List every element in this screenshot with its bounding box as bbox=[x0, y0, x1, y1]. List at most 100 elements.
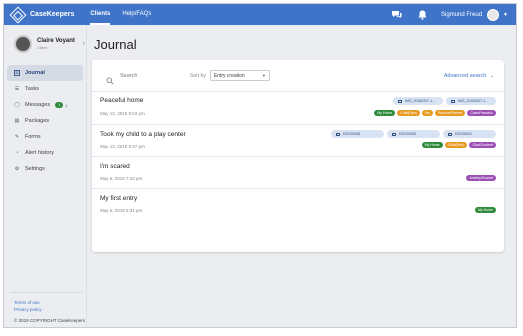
sidebar: Claire Voyant Client ‹ Journal ☰ Tasks ◯… bbox=[4, 25, 87, 327]
chevron-down-icon: ▼ bbox=[261, 73, 266, 78]
image-icon bbox=[448, 132, 452, 136]
attachment-name: IMG_20180207.1... bbox=[458, 99, 488, 103]
tag-chip: Me bbox=[422, 110, 433, 116]
journal-entry[interactable]: Took my child to a play center May 12, 2… bbox=[92, 125, 504, 157]
nav-clients[interactable]: Clients bbox=[90, 4, 111, 25]
tag-chip: My Home bbox=[475, 207, 496, 213]
entry-date: May 6, 2019 7:43 pm bbox=[100, 176, 143, 181]
tag-chip: Spouse/Partner bbox=[434, 110, 466, 116]
client-profile[interactable]: Claire Voyant Client ‹ bbox=[4, 25, 86, 53]
search-icon bbox=[106, 72, 114, 85]
sidebar-item-label: Alert history bbox=[25, 150, 55, 156]
tag-list: My Home bbox=[475, 207, 496, 213]
package-icon: ▤ bbox=[14, 118, 20, 124]
journal-entry[interactable]: My first entry May 5, 2019 5:31 pm My Ho… bbox=[92, 189, 504, 219]
top-bar: CaseKeepers Clients Help/FAQs Sigmund Fr… bbox=[4, 4, 516, 25]
entry-title[interactable]: I'm scared bbox=[100, 163, 130, 170]
attachment-chip[interactable]: IMG_20180207.1... bbox=[446, 97, 496, 105]
search-input[interactable] bbox=[120, 72, 180, 79]
tag-chip: Child(Ren) bbox=[444, 142, 468, 148]
nav-help-faqs[interactable]: Help/FAQs bbox=[122, 4, 151, 25]
tag-list: Anxiety/Scared bbox=[466, 175, 496, 181]
user-avatar[interactable] bbox=[487, 8, 500, 21]
chat-icon[interactable] bbox=[389, 8, 403, 22]
entry-date: May 5, 2019 5:31 pm bbox=[100, 208, 143, 213]
user-name[interactable]: Sigmund Freud bbox=[441, 12, 482, 18]
attachment-name: IMG_20180207.1... bbox=[405, 99, 435, 103]
chat-icon: ◯ bbox=[14, 102, 20, 108]
sort-value: Entry creation bbox=[213, 72, 245, 79]
sidebar-item-alert-history[interactable]: ◔ Alert history bbox=[4, 145, 86, 161]
journal-entry[interactable]: I'm scared May 6, 2019 7:43 pm Anxiety/S… bbox=[92, 157, 504, 189]
sidebar-item-label: Packages bbox=[25, 118, 50, 124]
sidebar-item-messages[interactable]: ◯ Messages 1 1 bbox=[4, 97, 86, 113]
sidebar-item-label: Settings bbox=[25, 166, 45, 172]
alert-icon: ◔ bbox=[15, 150, 19, 156]
sidebar-item-forms[interactable]: ✎ Forms bbox=[4, 129, 86, 145]
attachment-name: DSC00001 bbox=[455, 132, 473, 136]
tag-chip: Anxiety/Scared bbox=[466, 175, 496, 181]
image-icon bbox=[392, 132, 396, 136]
avatar bbox=[14, 35, 32, 53]
tag-list: My Home Child(Ren) Glad/Content bbox=[421, 142, 496, 148]
page-title: Journal bbox=[94, 37, 137, 52]
book-icon bbox=[14, 70, 20, 76]
sidebar-item-tasks[interactable]: ☰ Tasks bbox=[4, 81, 86, 97]
gear-icon: ⚙ bbox=[14, 166, 20, 172]
tag-chip: Glad/Content bbox=[469, 142, 496, 148]
entry-date: May 12, 2019 9:47 pm bbox=[100, 144, 145, 149]
tag-chip: My Home bbox=[374, 110, 396, 116]
tag-chip: Calm/Peaceful bbox=[467, 110, 496, 116]
list-icon: ☰ bbox=[14, 86, 20, 92]
sidebar-footer: Terms of use Privacy policy bbox=[14, 300, 42, 314]
privacy-link[interactable]: Privacy policy bbox=[14, 307, 42, 312]
journal-entry[interactable]: Peaceful home May 12, 2019 9:53 pm IMG_2… bbox=[92, 92, 504, 125]
profile-name: Claire Voyant bbox=[37, 38, 75, 44]
sidebar-item-label: Journal bbox=[25, 70, 45, 76]
chevron-down-icon[interactable]: ▼ bbox=[503, 12, 508, 18]
form-icon: ✎ bbox=[14, 134, 20, 140]
terms-link[interactable]: Terms of use bbox=[14, 300, 42, 305]
attachment-chip[interactable]: DSC00005 bbox=[387, 130, 440, 138]
tag-list: My Home Child(Ren) Me Spouse/Partner Cal… bbox=[374, 110, 496, 116]
attachment-chip[interactable]: DSC00008 bbox=[331, 130, 384, 138]
journal-panel: Sort by Entry creation ▼ Advanced search… bbox=[92, 60, 504, 252]
advanced-search-link[interactable]: Advanced search ⌄ bbox=[444, 73, 494, 79]
chevron-left-icon[interactable]: ‹ bbox=[83, 41, 85, 47]
logo-icon bbox=[9, 6, 27, 23]
advanced-search-label: Advanced search bbox=[443, 72, 487, 79]
attachment-chip[interactable]: DSC00001 bbox=[443, 130, 496, 138]
attachment-list: DSC00008 DSC00005 DSC00001 bbox=[331, 130, 496, 138]
bell-icon[interactable] bbox=[415, 8, 429, 22]
journal-toolbar: Sort by Entry creation ▼ Advanced search… bbox=[92, 60, 504, 92]
entry-title[interactable]: Took my child to a play center bbox=[100, 131, 186, 138]
attachment-name: DSC00005 bbox=[399, 132, 417, 136]
entry-date: May 12, 2019 9:53 pm bbox=[100, 111, 145, 116]
message-count-badge: 1 bbox=[55, 102, 64, 108]
profile-role: Client bbox=[37, 45, 48, 50]
tag-chip: Child(Ren) bbox=[397, 110, 421, 116]
sidebar-item-settings[interactable]: ⚙ Settings bbox=[4, 161, 86, 177]
unread-indicator: 1 bbox=[65, 102, 68, 108]
entry-title[interactable]: My first entry bbox=[100, 195, 137, 202]
sidebar-item-packages[interactable]: ▤ Packages bbox=[4, 113, 86, 129]
attachment-name: DSC00008 bbox=[343, 132, 361, 136]
app-window: CaseKeepers Clients Help/FAQs Sigmund Fr… bbox=[3, 3, 517, 328]
tag-chip: My Home bbox=[421, 142, 443, 148]
sidebar-item-journal[interactable]: Journal bbox=[7, 65, 83, 81]
image-icon bbox=[451, 99, 455, 103]
sidebar-item-label: Forms bbox=[25, 134, 41, 140]
copyright-text: © 2019 COPYRIGHT CaseKeepers bbox=[14, 318, 86, 323]
image-icon bbox=[336, 132, 340, 136]
attachment-list: IMG_20180207.1... IMG_20180207.1... bbox=[393, 97, 496, 105]
entry-title[interactable]: Peaceful home bbox=[100, 97, 143, 104]
chevron-down-icon: ⌄ bbox=[489, 72, 494, 79]
sort-select[interactable]: Entry creation ▼ bbox=[209, 70, 270, 81]
attachment-chip[interactable]: IMG_20180207.1... bbox=[393, 97, 443, 105]
sidebar-item-label: Tasks bbox=[25, 86, 40, 92]
logo[interactable]: CaseKeepers bbox=[9, 6, 75, 23]
sidebar-menu: Journal ☰ Tasks ◯ Messages 1 1 ▤ Package… bbox=[4, 65, 86, 177]
sidebar-item-label: Messages bbox=[25, 102, 51, 108]
logo-text: CaseKeepers bbox=[30, 11, 75, 18]
sort-label: Sort by bbox=[190, 72, 206, 79]
